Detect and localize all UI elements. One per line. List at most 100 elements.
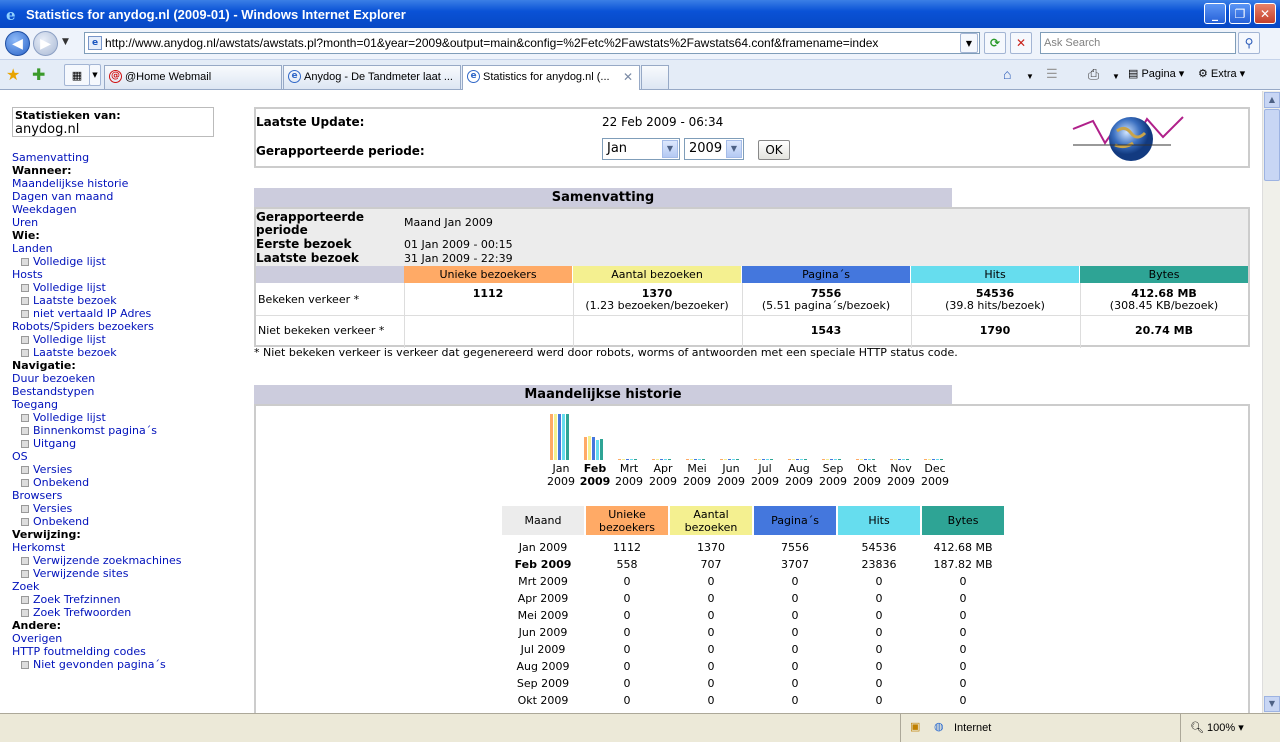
feeds-icon[interactable]: ☰ bbox=[1046, 65, 1058, 83]
viewed-ratio: (39.8 hits/bezoek) bbox=[945, 299, 1045, 312]
search-icon[interactable]: ⚲ bbox=[1238, 32, 1260, 54]
table-row: Jan 2009 1112 1370 7556 54536 412.68 MB bbox=[502, 539, 1004, 556]
menu-link[interactable]: Verwijzende sites bbox=[33, 567, 128, 580]
year-select[interactable]: 2009 ▼ bbox=[684, 138, 744, 160]
menu-link[interactable]: Laatste bezoek bbox=[33, 294, 117, 307]
table-cell: 0 bbox=[623, 626, 631, 639]
menu-link[interactable]: Volledige lijst bbox=[33, 333, 106, 346]
menu-link[interactable]: HTTP foutmelding codes bbox=[12, 645, 146, 658]
menu-link[interactable]: Versies bbox=[33, 463, 72, 476]
menu-link[interactable]: OS bbox=[12, 450, 28, 463]
month-year: 2009 bbox=[683, 475, 711, 488]
menu-link[interactable]: Duur bezoeken bbox=[12, 372, 95, 385]
back-button[interactable]: ◀ bbox=[5, 31, 30, 56]
menu-link[interactable]: Bestandstypen bbox=[12, 385, 94, 398]
menu-link[interactable]: Laatste bezoek bbox=[33, 346, 117, 359]
minimize-button[interactable]: _ bbox=[1204, 3, 1226, 24]
table-cell: 0 bbox=[875, 575, 883, 588]
menu-link[interactable]: Onbekend bbox=[33, 515, 89, 528]
menu-link[interactable]: Browsers bbox=[12, 489, 62, 502]
zoom-control[interactable]: 🔍︎ 100% ▾ bbox=[1190, 721, 1244, 734]
menu-link[interactable]: Volledige lijst bbox=[33, 411, 106, 424]
tab-close-icon[interactable]: ✕ bbox=[623, 66, 633, 88]
viewed-cell: 7556 (5.51 pagina´s/bezoek) bbox=[742, 288, 910, 312]
menu-link[interactable]: Zoek bbox=[12, 580, 39, 593]
history-dropdown-icon[interactable]: ▼ bbox=[62, 37, 69, 47]
menu-link[interactable]: Zoek Trefwoorden bbox=[33, 606, 131, 619]
refresh-icon[interactable]: ⟳ bbox=[984, 32, 1006, 54]
month-year: 2009 bbox=[579, 475, 611, 488]
notviewed-cell: 1543 bbox=[742, 325, 910, 337]
notviewed-traffic-label: Niet bekeken verkeer * bbox=[258, 324, 385, 337]
scroll-thumb[interactable] bbox=[1264, 109, 1280, 181]
menu-link[interactable]: Uren bbox=[12, 216, 38, 229]
menu-link[interactable]: Binnenkomst pagina´s bbox=[33, 424, 157, 437]
month-name: Jan bbox=[552, 462, 570, 475]
chart-bar bbox=[826, 459, 829, 460]
address-dropdown-icon[interactable]: ▼ bbox=[960, 33, 978, 53]
search-input[interactable]: Ask Search bbox=[1040, 32, 1236, 54]
month-select[interactable]: Jan ▼ bbox=[602, 138, 680, 160]
menu-item: OS bbox=[12, 450, 181, 463]
table-cell: 0 bbox=[875, 677, 883, 690]
menu-link[interactable]: Zoek Trefzinnen bbox=[33, 593, 120, 606]
page-menu-button[interactable]: ▤ Pagina ▾ bbox=[1128, 65, 1184, 83]
close-button[interactable]: ✕ bbox=[1254, 3, 1276, 24]
print-dropdown-icon[interactable]: ▼ bbox=[1112, 68, 1120, 86]
menu-link[interactable]: Verwijzende zoekmachines bbox=[33, 554, 181, 567]
new-tab-button[interactable] bbox=[641, 65, 669, 89]
menu-link[interactable]: Volledige lijst bbox=[33, 255, 106, 268]
add-favorites-icon[interactable]: ✚ bbox=[32, 65, 45, 84]
scroll-up-icon[interactable]: ▲ bbox=[1264, 92, 1280, 108]
menu-link[interactable]: Landen bbox=[12, 242, 53, 255]
tab-list-icon[interactable]: ▼ bbox=[89, 64, 101, 86]
menu-link[interactable]: niet vertaald IP Adres bbox=[33, 307, 151, 320]
tab-webmail[interactable]: @ @Home Webmail bbox=[104, 65, 282, 89]
menu-link[interactable]: Toegang bbox=[12, 398, 58, 411]
month-label: Aug 2009 bbox=[782, 462, 816, 488]
home-icon[interactable]: ⌂ bbox=[1003, 65, 1011, 83]
bullet-icon bbox=[21, 661, 29, 669]
menu-link[interactable]: Volledige lijst bbox=[33, 281, 106, 294]
table-cell: 0 bbox=[791, 677, 799, 690]
print-icon[interactable]: ⎙ bbox=[1088, 65, 1099, 83]
column-divider bbox=[911, 316, 912, 348]
table-cell: 0 bbox=[875, 609, 883, 622]
table-cell: 0 bbox=[791, 609, 799, 622]
scroll-down-icon[interactable]: ▼ bbox=[1264, 696, 1280, 712]
menu-link[interactable]: Overigen bbox=[12, 632, 62, 645]
chart-bar bbox=[720, 459, 723, 460]
menu-link[interactable]: Versies bbox=[33, 502, 72, 515]
stop-icon[interactable]: ✕ bbox=[1010, 32, 1032, 54]
notviewed-cell: 20.74 MB bbox=[1080, 325, 1248, 337]
month-label: Jan 2009 bbox=[544, 462, 578, 488]
menu-link[interactable]: Onbekend bbox=[33, 476, 89, 489]
menu-link[interactable]: Weekdagen bbox=[12, 203, 77, 216]
menu-link[interactable]: Niet gevonden pagina´s bbox=[33, 658, 166, 671]
maximize-button[interactable]: ❐ bbox=[1229, 3, 1251, 24]
menu-link[interactable]: Herkomst bbox=[12, 541, 65, 554]
table-cell: 3707 bbox=[781, 558, 809, 571]
ok-button[interactable]: OK bbox=[758, 140, 790, 160]
tab-anydog[interactable]: e Anydog - De Tandmeter laat ... bbox=[283, 65, 461, 89]
menu-link[interactable]: Robots/Spiders bezoekers bbox=[12, 320, 154, 333]
vertical-scrollbar[interactable]: ▲ ▼ bbox=[1262, 91, 1280, 713]
forward-button[interactable]: ▶ bbox=[33, 31, 58, 56]
home-dropdown-icon[interactable]: ▼ bbox=[1026, 68, 1034, 86]
tools-menu-button[interactable]: ⚙ Extra ▾ bbox=[1198, 65, 1245, 83]
table-cell: 23836 bbox=[861, 558, 897, 571]
tab-statistics[interactable]: e Statistics for anydog.nl (... ✕ bbox=[462, 65, 640, 90]
month-year: 2009 bbox=[751, 475, 779, 488]
favorites-star-icon[interactable]: ★ bbox=[6, 65, 20, 84]
table-cell: 0 bbox=[875, 643, 883, 656]
bullet-icon bbox=[21, 596, 29, 604]
address-input[interactable]: e http://www.anydog.nl/awstats/awstats.p… bbox=[84, 32, 980, 54]
menu-link[interactable]: Uitgang bbox=[33, 437, 76, 450]
menu-link[interactable]: Hosts bbox=[12, 268, 43, 281]
table-cell: 0 bbox=[707, 660, 715, 673]
menu-link[interactable]: Dagen van maand bbox=[12, 190, 113, 203]
menu-link[interactable]: Maandelijkse historie bbox=[12, 177, 128, 190]
menu-link[interactable]: Samenvatting bbox=[12, 151, 89, 164]
summary-column-header: Unieke bezoekers bbox=[404, 266, 572, 283]
quick-tabs-icon[interactable]: ▦ bbox=[64, 64, 90, 86]
